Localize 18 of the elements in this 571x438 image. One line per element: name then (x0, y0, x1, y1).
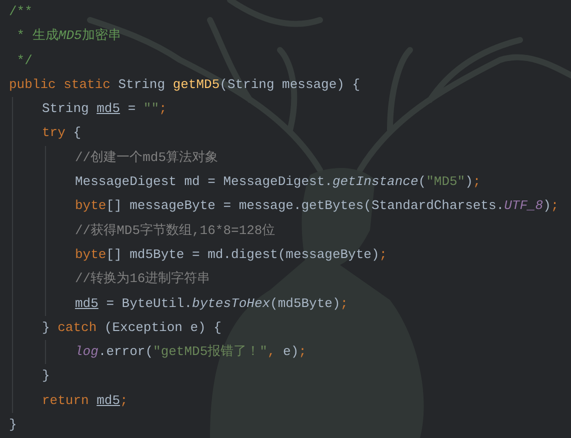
code-line: return md5; (42, 392, 128, 410)
code-line: } catch (Exception e) { (42, 318, 222, 337)
code-line: byte[] messageByte = message.getBytes(StandardCharsets.UTF_8); (75, 197, 559, 216)
code-line: md5 = ByteUtil.bytesToHex(md5Byte); (75, 294, 348, 313)
code-line: * 生成MD5加密串 (16, 27, 121, 46)
code-line: } (9, 416, 17, 434)
code-line: public static String getMD5(String message) { (9, 76, 360, 94)
code-line: //创建一个md5算法对象 (75, 148, 218, 167)
code-line: */ (16, 52, 32, 70)
code-line: log.error("getMD5报错了！", e); (75, 343, 306, 362)
code-line: //获得MD5字节数组,16*8=128位 (75, 222, 276, 240)
code-line: MessageDigest md = MessageDigest.getInstance("MD5"); (75, 173, 481, 192)
code-line: byte[] md5Byte = md.digest(messageByte); (75, 246, 388, 264)
code-line: /** (9, 3, 32, 21)
code-line: //转换为16进制字符串 (75, 270, 210, 288)
code-line: } (42, 367, 50, 386)
code-line: String md5 = ""; (42, 100, 167, 118)
code-line: try { (42, 124, 82, 142)
